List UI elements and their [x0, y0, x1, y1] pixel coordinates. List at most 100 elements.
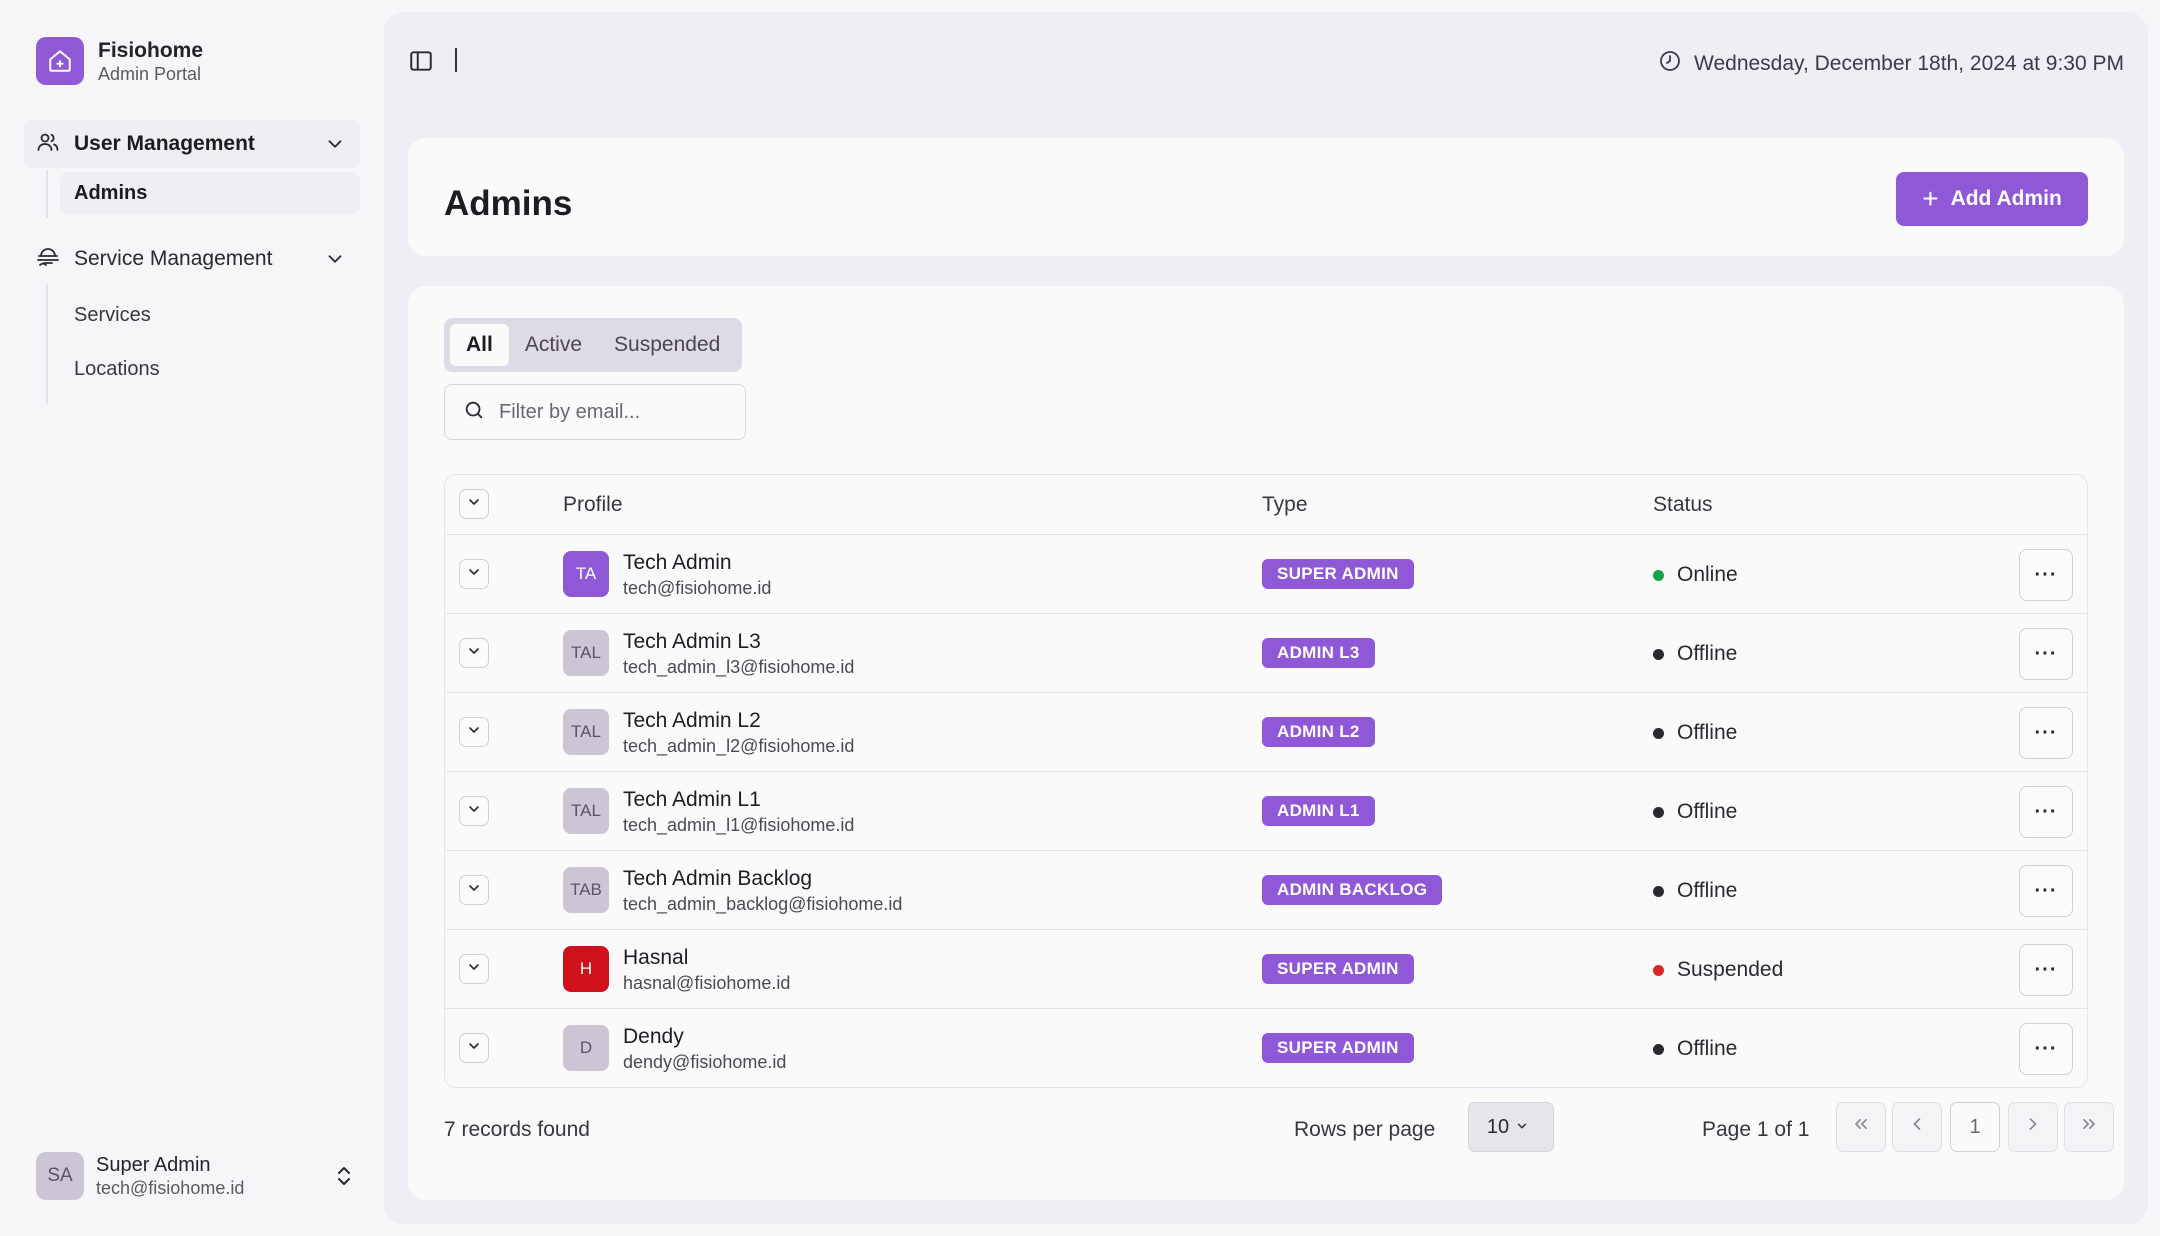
status-text: Suspended: [1677, 958, 1784, 981]
sidebar-toggle-icon[interactable]: [408, 48, 434, 74]
email-filter-input[interactable]: [499, 400, 729, 424]
row-actions-button[interactable]: ···: [2019, 865, 2073, 917]
brand-name: Fisiohome: [98, 38, 204, 62]
status-dot-icon: [1653, 727, 1664, 739]
row-expand-toggle[interactable]: [459, 717, 489, 747]
datetime-text: Wednesday, December 18th, 2024 at 9:30 P…: [1694, 52, 2124, 75]
rows-per-page-value: 10: [1486, 1115, 1510, 1138]
more-horizontal-icon: ···: [2034, 642, 2058, 665]
row-actions-button[interactable]: ···: [2019, 1023, 2073, 1075]
chevron-down-icon: [466, 959, 482, 980]
more-horizontal-icon: ···: [2034, 879, 2058, 902]
search-box: [444, 384, 746, 440]
page-header-card: Admins + Add Admin: [408, 138, 2124, 256]
status-text: Offline: [1677, 879, 1738, 902]
row-actions-button[interactable]: ···: [2019, 944, 2073, 996]
chevron-left-icon: [1907, 1114, 1927, 1140]
row-expand-toggle[interactable]: [459, 1033, 489, 1063]
admin-email: tech_admin_backlog@fisiohome.id: [623, 894, 903, 914]
admin-email: tech_admin_l2@fisiohome.id: [623, 736, 855, 756]
more-horizontal-icon: ···: [2034, 721, 2058, 744]
status-cell: Suspended: [1653, 958, 1783, 982]
column-header-profile[interactable]: Profile: [563, 493, 623, 517]
more-horizontal-icon: ···: [2034, 1037, 2058, 1060]
topbar-separator: [455, 48, 457, 72]
nav-group-service-management[interactable]: Service Management: [24, 235, 360, 283]
type-badge: ADMIN L1: [1262, 796, 1375, 826]
type-badge: SUPER ADMIN: [1262, 1033, 1414, 1063]
tab-active[interactable]: Active: [509, 324, 598, 366]
status-dot-icon: [1653, 885, 1664, 897]
chevron-down-icon: [466, 880, 482, 901]
avatar: SA: [36, 1152, 84, 1200]
chevrons-up-down-icon: [332, 1164, 356, 1193]
admin-email: tech_admin_l1@fisiohome.id: [623, 815, 855, 835]
first-page-button[interactable]: [1836, 1102, 1886, 1152]
row-actions-button[interactable]: ···: [2019, 707, 2073, 759]
admin-name: Tech Admin: [623, 551, 732, 574]
table-row[interactable]: TAB Tech Admin Backlog tech_admin_backlo…: [445, 851, 2087, 930]
chevron-down-icon: [466, 643, 482, 664]
plus-icon: +: [1922, 183, 1939, 214]
table-row[interactable]: TAL Tech Admin L1 tech_admin_l1@fisiohom…: [445, 772, 2087, 851]
table-row[interactable]: TA Tech Admin tech@fisiohome.id SUPER AD…: [445, 535, 2087, 614]
previous-page-button[interactable]: [1892, 1102, 1942, 1152]
sidebar-item-services[interactable]: Services: [60, 294, 360, 336]
nav-group-user-management[interactable]: User Management: [24, 120, 360, 168]
type-badge: ADMIN BACKLOG: [1262, 875, 1443, 905]
admin-email: tech@fisiohome.id: [623, 578, 772, 598]
tab-all[interactable]: All: [450, 324, 509, 366]
avatar: H: [563, 946, 609, 992]
next-page-button[interactable]: [2008, 1102, 2058, 1152]
status-text: Offline: [1677, 800, 1738, 823]
row-expand-toggle[interactable]: [459, 638, 489, 668]
row-actions-button[interactable]: ···: [2019, 786, 2073, 838]
row-expand-toggle[interactable]: [459, 954, 489, 984]
row-actions-button[interactable]: ···: [2019, 549, 2073, 601]
status-dot-icon: [1653, 1043, 1664, 1055]
row-expand-toggle[interactable]: [459, 559, 489, 589]
brand[interactable]: Fisiohome Admin Portal: [36, 37, 203, 85]
table-row[interactable]: TAL Tech Admin L3 tech_admin_l3@fisiohom…: [445, 614, 2087, 693]
admin-email: tech_admin_l3@fisiohome.id: [623, 657, 855, 677]
table-row[interactable]: H Hasnal hasnal@fisiohome.id SUPER ADMIN…: [445, 930, 2087, 1009]
add-admin-button[interactable]: + Add Admin: [1896, 172, 2088, 226]
admin-name: Tech Admin L1: [623, 788, 761, 811]
brand-subtitle: Admin Portal: [98, 63, 202, 84]
current-user-email: tech@fisiohome.id: [96, 1178, 245, 1198]
column-header-type[interactable]: Type: [1262, 493, 1308, 517]
sidebar-item-locations[interactable]: Locations: [60, 348, 360, 390]
chevron-right-icon: [2023, 1114, 2043, 1140]
home-icon: [36, 37, 84, 85]
row-expand-toggle[interactable]: [459, 796, 489, 826]
search-icon: [463, 399, 485, 426]
expand-all-toggle[interactable]: [459, 489, 489, 519]
table-row[interactable]: TAL Tech Admin L2 tech_admin_l2@fisiohom…: [445, 693, 2087, 772]
current-page-button[interactable]: 1: [1950, 1102, 2000, 1152]
avatar: TAL: [563, 630, 609, 676]
user-management-subtree: Admins: [46, 170, 360, 218]
page-info: Page 1 of 1: [1702, 1118, 1810, 1141]
tab-suspended[interactable]: Suspended: [598, 324, 736, 366]
records-count: 7 records found: [444, 1118, 590, 1141]
sidebar-item-admins[interactable]: Admins: [60, 172, 360, 214]
status-cell: Offline: [1653, 1037, 1737, 1061]
more-horizontal-icon: ···: [2034, 563, 2058, 586]
hand-heart-icon: [36, 245, 60, 274]
avatar: TAL: [563, 709, 609, 755]
last-page-button[interactable]: [2064, 1102, 2114, 1152]
table-row[interactable]: D Dendy dendy@fisiohome.id SUPER ADMIN O…: [445, 1009, 2087, 1087]
status-tabs: All Active Suspended: [444, 318, 743, 372]
current-user-menu[interactable]: SA Super Admin tech@fisiohome.id: [36, 1152, 356, 1200]
nav-group-label: Service Management: [74, 247, 273, 270]
chevron-down-icon: [466, 564, 482, 585]
row-expand-toggle[interactable]: [459, 875, 489, 905]
avatar: TAL: [563, 788, 609, 834]
chevron-down-icon: [466, 1038, 482, 1059]
rows-per-page-select[interactable]: 10: [1468, 1102, 1554, 1152]
column-header-status[interactable]: Status: [1653, 493, 1713, 517]
chevrons-right-icon: [2079, 1114, 2099, 1140]
admins-table: Profile Type Status TA Tech Admin tech@f…: [444, 474, 2088, 1088]
row-actions-button[interactable]: ···: [2019, 628, 2073, 680]
nav-group-label: User Management: [74, 132, 255, 155]
